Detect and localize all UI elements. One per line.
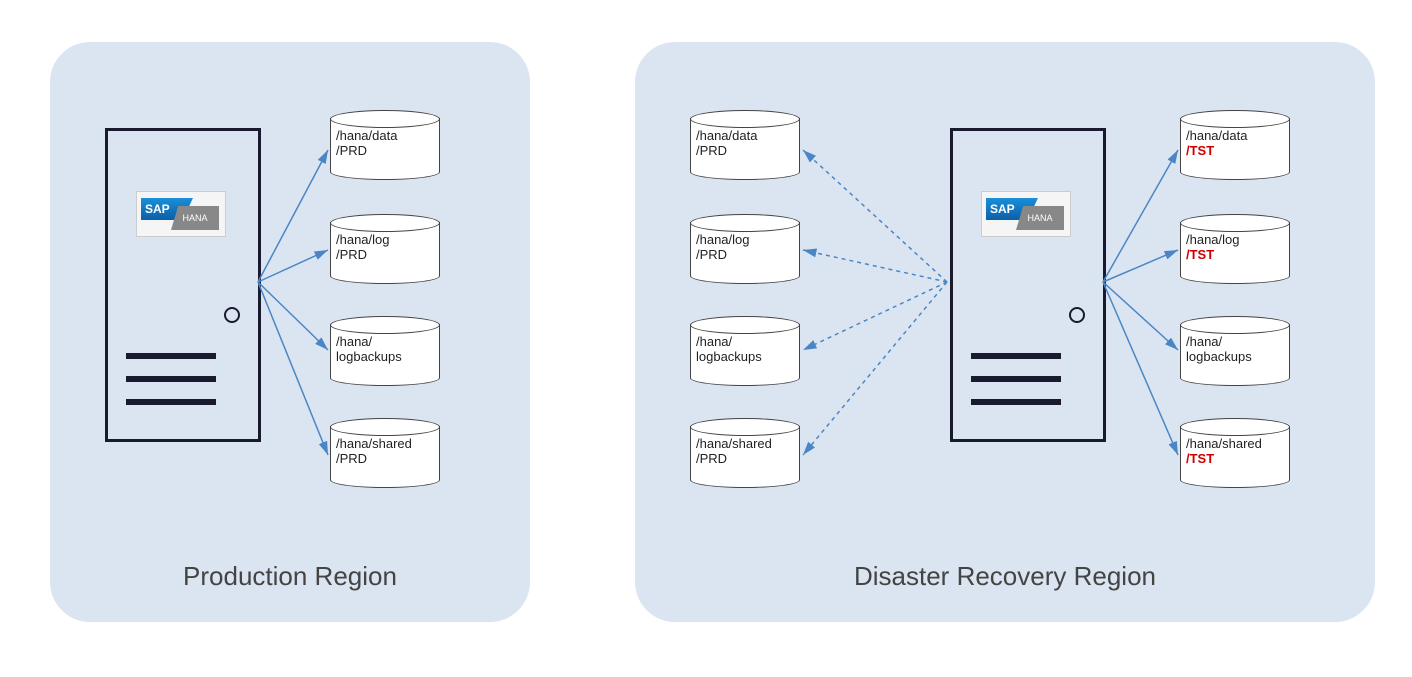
server-handle-icon	[1069, 307, 1085, 323]
volume-sid: /PRD	[696, 143, 796, 158]
volume-path: /hana/data	[1186, 128, 1286, 143]
production-region-label: Production Region	[50, 561, 530, 592]
volume-sid: /PRD	[336, 451, 436, 466]
volume-path: /hana/data	[696, 128, 796, 143]
db-volume: /hana/shared/PRD	[690, 418, 800, 488]
volume-path: /hana/log	[1186, 232, 1286, 247]
dr-region-label: Disaster Recovery Region	[635, 561, 1375, 592]
db-volume: /hana/logbackups	[1180, 316, 1290, 386]
server-line-icon	[126, 376, 216, 382]
db-volume: /hana/log/PRD	[690, 214, 800, 284]
volume-path: /hana/log	[336, 232, 436, 247]
volume-path: /hana/data	[336, 128, 436, 143]
production-server: SAP HANA	[105, 128, 261, 442]
db-volume: /hana/logbackups	[330, 316, 440, 386]
db-volume: /hana/data/PRD	[330, 110, 440, 180]
sap-hana-logo: SAP HANA	[981, 191, 1071, 237]
server-line-icon	[971, 353, 1061, 359]
volume-path: /hana/	[1186, 334, 1286, 349]
volume-sid: /TST	[1186, 143, 1286, 158]
volume-sid: /PRD	[696, 451, 796, 466]
db-volume: /hana/log/PRD	[330, 214, 440, 284]
db-volume: /hana/log/TST	[1180, 214, 1290, 284]
volume-sid: /PRD	[336, 143, 436, 158]
volume-sid: logbackups	[696, 349, 796, 364]
volume-path: /hana/	[336, 334, 436, 349]
volume-sid: /TST	[1186, 247, 1286, 262]
db-volume: /hana/shared/TST	[1180, 418, 1290, 488]
volume-sid: logbackups	[1186, 349, 1286, 364]
volume-path: /hana/shared	[696, 436, 796, 451]
server-line-icon	[126, 399, 216, 405]
volume-sid: /TST	[1186, 451, 1286, 466]
volume-path: /hana/shared	[1186, 436, 1286, 451]
volume-sid: /PRD	[336, 247, 436, 262]
hana-logo-text: HANA	[171, 206, 219, 230]
server-line-icon	[971, 376, 1061, 382]
server-handle-icon	[224, 307, 240, 323]
volume-path: /hana/log	[696, 232, 796, 247]
volume-path: /hana/shared	[336, 436, 436, 451]
volume-sid: logbackups	[336, 349, 436, 364]
db-volume: /hana/data/PRD	[690, 110, 800, 180]
hana-logo-text: HANA	[1016, 206, 1064, 230]
dr-server: SAP HANA	[950, 128, 1106, 442]
server-line-icon	[971, 399, 1061, 405]
volume-sid: /PRD	[696, 247, 796, 262]
db-volume: /hana/data/TST	[1180, 110, 1290, 180]
db-volume: /hana/shared/PRD	[330, 418, 440, 488]
sap-hana-logo: SAP HANA	[136, 191, 226, 237]
server-line-icon	[126, 353, 216, 359]
db-volume: /hana/logbackups	[690, 316, 800, 386]
volume-path: /hana/	[696, 334, 796, 349]
